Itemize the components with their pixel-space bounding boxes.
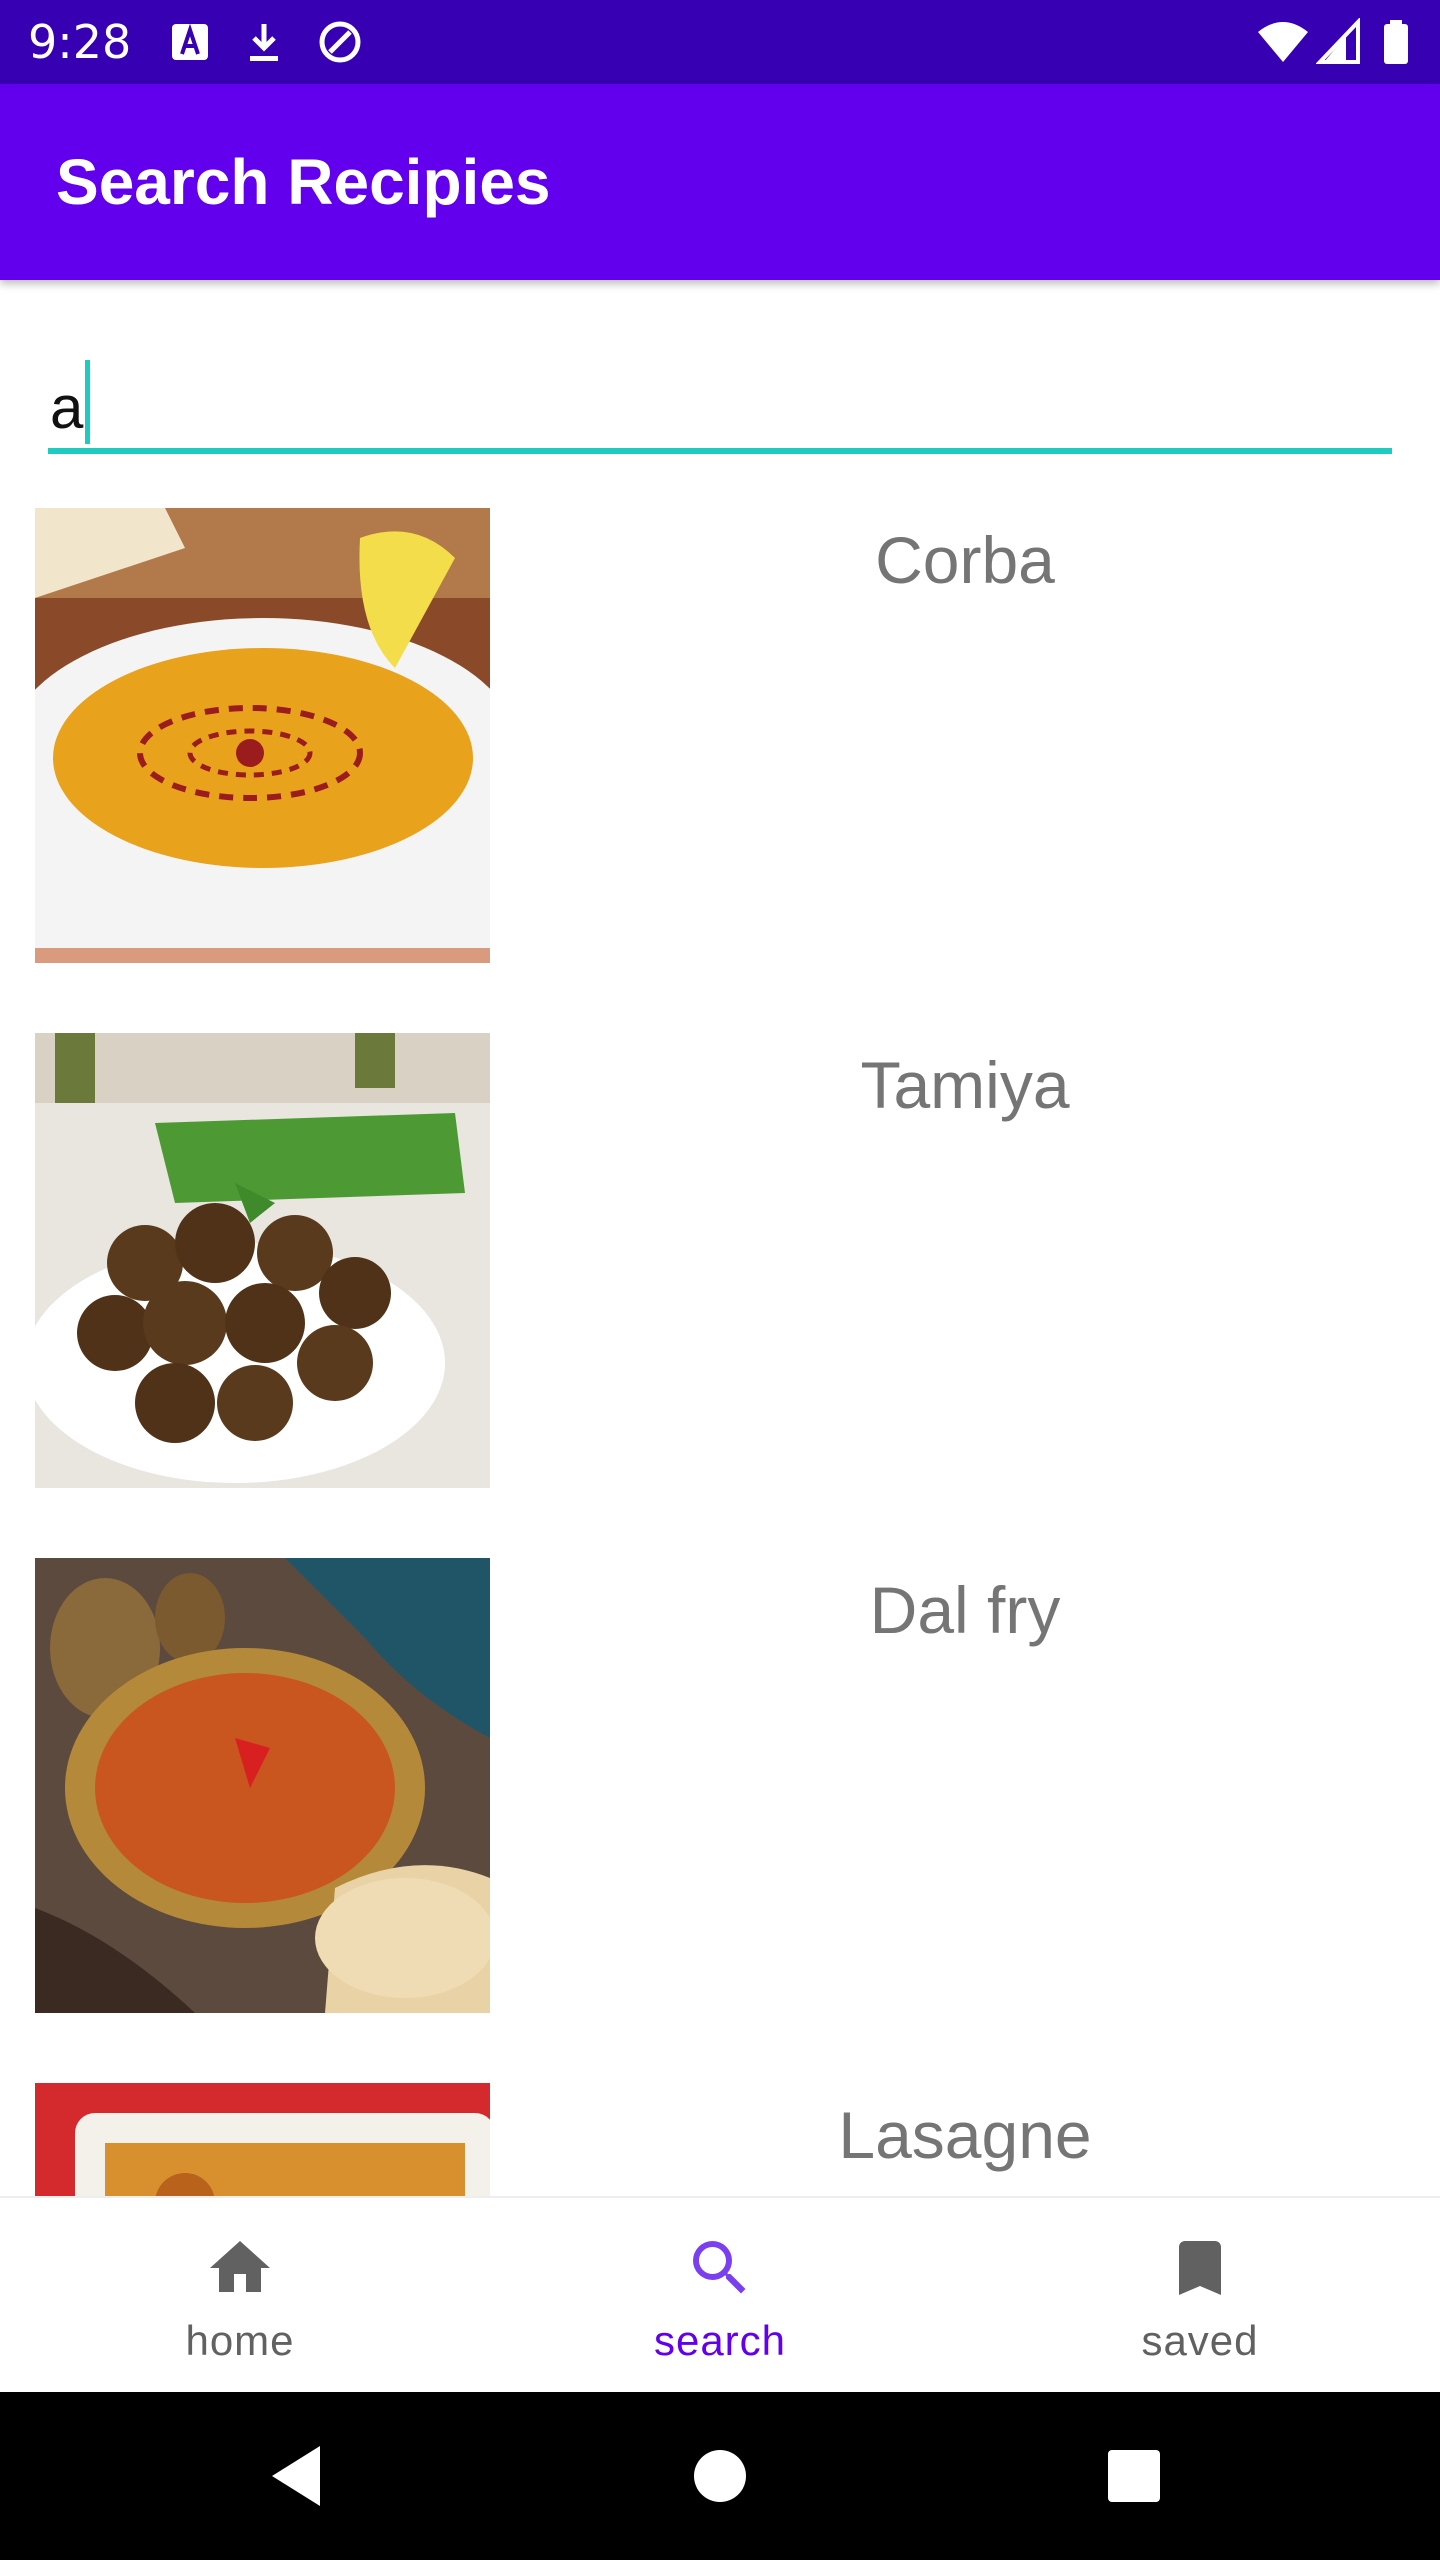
recipe-name: Corba xyxy=(875,523,1055,597)
recipe-name: Dal fry xyxy=(869,1573,1061,1647)
recipe-name: Tamiya xyxy=(860,1048,1070,1122)
home-icon xyxy=(210,2241,270,2292)
at-sign-icon xyxy=(319,21,361,63)
search-icon xyxy=(693,2241,746,2294)
back-icon[interactable] xyxy=(260,2436,340,2516)
search-input-value: a xyxy=(50,374,84,441)
list-item[interactable]: Lasagne xyxy=(0,2055,1440,2196)
results-list[interactable]: Corba Tamiya Dal fry Lasagne xyxy=(0,480,1440,2196)
recipe-image[interactable] xyxy=(35,1558,490,2013)
page-title: Search Recipies xyxy=(56,146,551,218)
wifi-icon xyxy=(1258,22,1308,62)
status-bar: 9:28 xyxy=(0,0,1440,84)
nav-label-saved: saved xyxy=(1141,2317,1259,2364)
status-time: 9:28 xyxy=(28,15,132,69)
nav-item-search[interactable]: search xyxy=(480,2198,960,2394)
nav-item-saved[interactable]: saved xyxy=(960,2198,1440,2394)
recipe-image[interactable] xyxy=(35,508,490,963)
list-item[interactable]: Dal fry xyxy=(0,1530,1440,2055)
nav-label-home: home xyxy=(185,2317,295,2364)
system-navigation-bar xyxy=(0,2392,1440,2560)
keyboard-a-icon xyxy=(172,23,208,60)
list-item[interactable]: Corba xyxy=(0,480,1440,1005)
recents-icon[interactable] xyxy=(1094,2436,1174,2516)
home-circle-icon[interactable] xyxy=(680,2436,760,2516)
battery-icon xyxy=(1384,20,1408,64)
search-input[interactable]: a xyxy=(48,340,1392,454)
recipe-name: Lasagne xyxy=(838,2098,1092,2172)
nav-label-search: search xyxy=(653,2317,787,2364)
bottom-navigation: home search saved xyxy=(0,2196,1440,2394)
text-cursor xyxy=(85,360,91,444)
download-icon xyxy=(250,24,278,61)
bookmark-icon xyxy=(1179,2241,1221,2295)
recipe-image[interactable] xyxy=(35,1033,490,1488)
recipe-image[interactable] xyxy=(35,2083,490,2196)
signal-icon xyxy=(1316,18,1360,64)
nav-item-home[interactable]: home xyxy=(0,2198,480,2394)
list-item[interactable]: Tamiya xyxy=(0,1005,1440,1530)
app-bar: Search Recipies xyxy=(0,84,1440,280)
